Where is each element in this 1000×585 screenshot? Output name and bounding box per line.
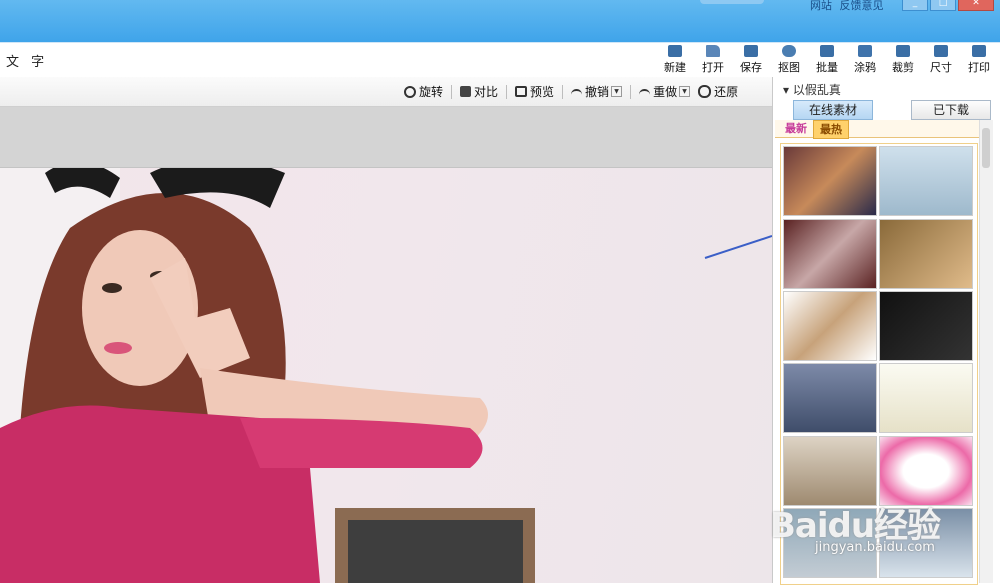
cutout-label: 抠图	[778, 61, 800, 74]
resize-label: 尺寸	[930, 61, 952, 74]
tab-online-materials[interactable]: 在线素材	[793, 100, 873, 120]
photo-illustration	[0, 168, 772, 583]
panel-title[interactable]: ▾ 以假乱真	[783, 81, 841, 98]
edit-tools: 旋转 对比 预览 撤销 ▼ 重做 ▼ 还原	[404, 83, 746, 100]
rotate-icon	[404, 85, 416, 98]
edit-toolbar: 旋转 对比 预览 撤销 ▼ 重做 ▼ 还原	[0, 77, 772, 107]
main-tools: 新建 打开 保存 抠图 批量 涂鸦 裁剪 尺寸 打印	[656, 45, 998, 75]
crop-icon	[896, 45, 910, 57]
material-thumb[interactable]	[783, 363, 877, 433]
save-label: 保存	[740, 61, 762, 74]
material-thumb[interactable]	[879, 146, 973, 216]
preview-icon	[515, 86, 528, 97]
divider	[506, 84, 508, 99]
title-tab-shadow	[700, 0, 764, 4]
new-file-icon	[668, 45, 682, 57]
rotate-label: 旋转	[419, 85, 444, 99]
resize-icon	[934, 45, 948, 57]
resize-button[interactable]: 尺寸	[922, 45, 960, 75]
preview-label: 预览	[530, 85, 555, 99]
open-label: 打开	[702, 61, 724, 74]
new-button[interactable]: 新建	[656, 45, 694, 75]
paint-icon	[858, 45, 872, 57]
minimize-button[interactable]: _	[902, 0, 928, 11]
undo-button[interactable]: 撤销 ▼	[571, 83, 623, 100]
paint-button[interactable]: 涂鸦	[846, 45, 884, 75]
crop-label: 裁剪	[892, 61, 914, 74]
print-label: 打印	[968, 61, 990, 74]
preview-button[interactable]: 预览	[515, 83, 554, 100]
scrollbar-thumb[interactable]	[982, 128, 990, 168]
maximize-button[interactable]: □	[930, 0, 956, 11]
print-button[interactable]: 打印	[960, 45, 998, 75]
material-thumb[interactable]	[879, 219, 973, 289]
cutout-icon	[782, 45, 796, 57]
filter-hottest[interactable]: 最热	[813, 120, 849, 139]
batch-label: 批量	[816, 61, 838, 74]
divider	[451, 84, 453, 99]
canvas-background	[0, 107, 772, 168]
filter-tabs: 最新 最热	[775, 120, 989, 139]
material-thumb[interactable]	[879, 436, 973, 506]
close-button[interactable]: ✕	[958, 0, 994, 11]
redo-icon	[639, 88, 651, 95]
crop-button[interactable]: 裁剪	[884, 45, 922, 75]
annotation-arrow	[704, 235, 772, 259]
folder-icon	[706, 45, 720, 57]
new-label: 新建	[664, 61, 686, 74]
paint-label: 涂鸦	[854, 61, 876, 74]
save-button[interactable]: 保存	[732, 45, 770, 75]
restore-label: 还原	[714, 85, 739, 99]
batch-gear-icon	[820, 45, 834, 57]
undo-dropdown-icon[interactable]: ▼	[611, 86, 623, 97]
material-thumb[interactable]	[879, 291, 973, 361]
left-eye	[102, 283, 122, 293]
title-bar: 网站 反馈意见 _ □ ✕	[0, 0, 1000, 42]
tab-downloaded[interactable]: 已下载	[911, 100, 991, 120]
redo-label: 重做	[653, 85, 678, 99]
save-icon	[744, 45, 758, 57]
compare-button[interactable]: 对比	[460, 83, 498, 100]
watermark-url: jingyan.baidu.com	[815, 540, 935, 555]
panel-scrollbar[interactable]	[979, 120, 993, 583]
material-thumb[interactable]	[783, 219, 877, 289]
filter-newest[interactable]: 最新	[779, 120, 813, 137]
printer-icon	[972, 45, 986, 57]
material-thumb[interactable]	[879, 363, 973, 433]
divider	[630, 84, 632, 99]
main-toolbar: 文 字 新建 打开 保存 抠图 批量 涂鸦 裁剪 尺寸 打印	[0, 42, 1000, 78]
website-link[interactable]: 网站	[810, 0, 832, 12]
open-button[interactable]: 打开	[694, 45, 732, 75]
compare-label: 对比	[474, 85, 499, 99]
redo-button[interactable]: 重做 ▼	[639, 83, 691, 100]
collapse-triangle-icon[interactable]: ▾	[783, 83, 793, 97]
divider	[562, 84, 564, 99]
panel-title-text: 以假乱真	[792, 83, 841, 97]
lips	[104, 342, 132, 354]
undo-icon	[571, 88, 583, 95]
restore-icon	[698, 85, 712, 98]
material-thumb[interactable]	[783, 291, 877, 361]
material-thumb[interactable]	[783, 436, 877, 506]
batch-button[interactable]: 批量	[808, 45, 846, 75]
undo-label: 撤销	[585, 85, 610, 99]
redo-dropdown-icon[interactable]: ▼	[679, 86, 691, 97]
panel-tabs: 在线素材 已下载	[793, 100, 1000, 120]
material-thumb[interactable]	[783, 146, 877, 216]
compare-icon	[460, 86, 472, 97]
title-links: 网站 反馈意见	[810, 0, 888, 13]
cutout-button[interactable]: 抠图	[770, 45, 808, 75]
window-controls: _ □ ✕	[902, 0, 994, 11]
restore-button[interactable]: 还原	[698, 83, 738, 100]
feedback-link[interactable]: 反馈意见	[840, 0, 884, 12]
chalkboard	[348, 520, 523, 583]
rotate-button[interactable]: 旋转	[404, 83, 443, 100]
photo-canvas[interactable]	[0, 168, 772, 583]
text-menu[interactable]: 文 字	[6, 51, 48, 70]
